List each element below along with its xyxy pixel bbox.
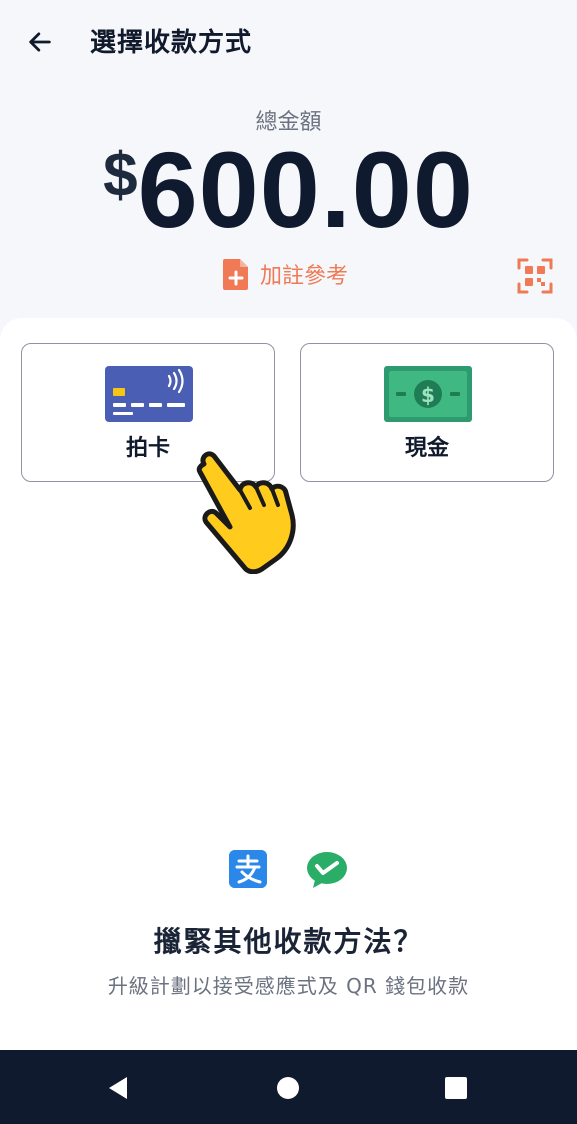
- qr-scan-button[interactable]: [517, 258, 553, 294]
- wechat-pay-icon: [307, 852, 347, 888]
- promo-title: 擸緊其他收款方法？: [153, 925, 424, 958]
- add-note-label: 加註參考: [260, 264, 349, 289]
- page-title: 選擇收款方式: [90, 28, 253, 58]
- system-nav-bar: [0, 1050, 577, 1124]
- currency-symbol: $: [103, 141, 138, 210]
- add-note-button[interactable]: 加註參考: [222, 256, 348, 292]
- back-button[interactable]: [22, 24, 58, 60]
- svg-text:$: $: [421, 383, 435, 407]
- cash-payment-button[interactable]: $ 現金: [300, 343, 554, 482]
- top-app-bar: 選擇收款方式: [0, 0, 577, 82]
- cash-payment-label: 現金: [404, 436, 449, 461]
- amount-value: 600.00: [137, 129, 474, 250]
- qr-scan-icon: [517, 258, 553, 294]
- promo-subtitle: 升級計劃以接受感應式及 QR 錢包收款: [107, 974, 470, 998]
- cash-note-icon: $: [384, 366, 472, 422]
- nav-recents-button[interactable]: [436, 1068, 476, 1108]
- contactless-card-icon: [105, 366, 193, 422]
- alipay-icon: [229, 850, 267, 888]
- nav-home-icon: [277, 1077, 299, 1099]
- nav-back-icon: [109, 1077, 127, 1099]
- arrow-left-icon: [29, 32, 51, 52]
- total-amount: $600.00: [0, 136, 577, 244]
- file-plus-icon: [223, 259, 248, 290]
- nav-back-button[interactable]: [98, 1068, 138, 1108]
- nav-recents-icon: [445, 1077, 467, 1099]
- nav-home-button[interactable]: [268, 1068, 308, 1108]
- pointing-hand-icon: [196, 451, 296, 574]
- wallet-icons: [227, 848, 351, 892]
